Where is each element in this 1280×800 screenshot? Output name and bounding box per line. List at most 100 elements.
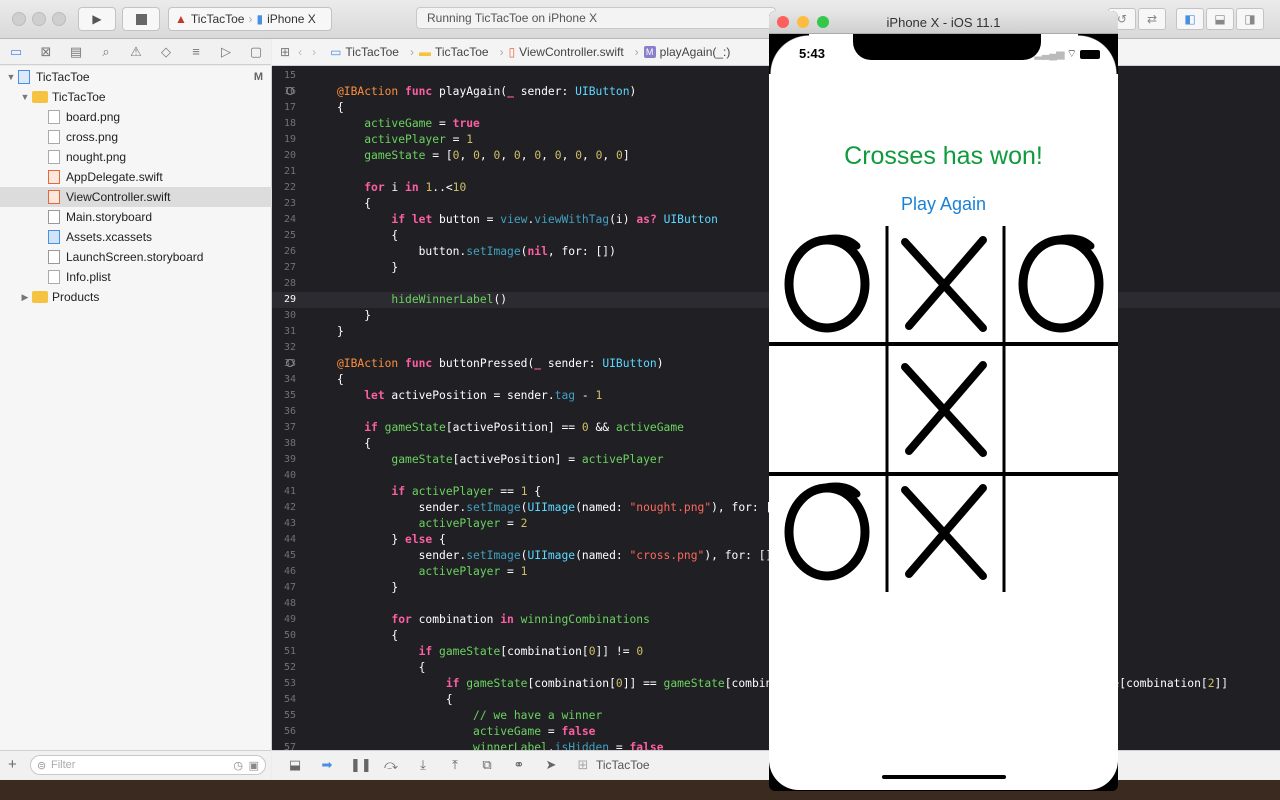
code-text: {: [337, 373, 344, 386]
code-text: {: [337, 197, 372, 210]
line-number: 37: [283, 422, 296, 433]
line-number: 36: [283, 406, 296, 417]
run-button[interactable]: ▶: [78, 7, 116, 31]
hide-debug-icon[interactable]: ⬓: [286, 757, 304, 773]
forward-icon[interactable]: ›: [312, 45, 316, 59]
zoom-window-button[interactable]: [817, 16, 829, 28]
line-number: 44: [283, 534, 296, 545]
close-window-button[interactable]: [12, 12, 26, 26]
code-text: if gameState[activePosition] == 0 && act…: [364, 421, 684, 434]
recent-files-icon[interactable]: ◷: [233, 759, 243, 772]
empty-cell[interactable]: [1006, 354, 1116, 464]
cross-mark[interactable]: [901, 361, 987, 457]
line-number: 21: [283, 166, 296, 177]
code-text: {: [337, 101, 344, 114]
line-number: 52: [283, 662, 296, 673]
disclosure-expanded-icon[interactable]: ▼: [20, 92, 30, 102]
line-number: 27: [283, 262, 296, 273]
swift-file-icon: ▯: [508, 45, 516, 59]
minimize-window-button[interactable]: [797, 16, 809, 28]
zoom-window-button[interactable]: [52, 12, 66, 26]
line-number: 38: [283, 438, 296, 449]
line-number: 24: [283, 214, 296, 225]
breadcrumb-project[interactable]: ▭ TicTacToe: [330, 45, 399, 59]
navigator-item[interactable]: ▶ Products: [0, 287, 291, 307]
location-icon[interactable]: ➤: [542, 757, 560, 773]
scheme-selector[interactable]: ▲ TicTacToe › ▮ iPhone X: [168, 7, 332, 31]
pause-icon[interactable]: ❚❚: [350, 757, 372, 773]
home-indicator[interactable]: [882, 775, 1006, 779]
breakpoint-icon[interactable]: ▷: [218, 44, 234, 60]
add-icon[interactable]: +: [8, 756, 17, 773]
status-clock: 5:43: [799, 46, 826, 61]
view-debugger-icon[interactable]: ⧉: [478, 757, 496, 773]
project-icon: ▭: [330, 45, 342, 59]
disclosure-expanded-icon[interactable]: ▼: [6, 72, 16, 82]
code-text: hideWinnerLabel(): [391, 293, 508, 306]
breadcrumb-file[interactable]: ▯ ViewController.swift: [509, 45, 624, 59]
status-icons: ▂▃▄▅ ⌔: [1034, 47, 1100, 61]
debug-icon[interactable]: ≡: [188, 44, 204, 59]
scm-filter-icon[interactable]: ▣: [249, 759, 259, 772]
line-number: 31: [283, 326, 296, 337]
ibaction-connection-icon[interactable]: [286, 359, 294, 367]
cross-mark[interactable]: [901, 236, 987, 332]
line-number: 47: [283, 582, 296, 593]
nought-mark[interactable]: [1018, 234, 1104, 333]
line-number: 15: [283, 70, 296, 81]
warning-icon[interactable]: ⚠: [128, 44, 144, 60]
navigator-item[interactable]: ▼ TicTacToe M: [0, 67, 277, 87]
breakpoints-toggle-icon[interactable]: ➡: [318, 757, 336, 773]
stop-button[interactable]: [122, 7, 160, 31]
navigator-item-label: Products: [52, 290, 100, 304]
breadcrumb-method[interactable]: MplayAgain(_:): [643, 45, 730, 59]
navigator-item-label: Info.plist: [66, 270, 111, 284]
disclosure-collapsed-icon[interactable]: ▶: [20, 292, 30, 303]
symbol-icon[interactable]: ▤: [68, 44, 84, 60]
code-text: gameState[activePosition] = activePlayer: [391, 453, 664, 466]
code-text: let activePosition = sender.tag - 1: [364, 389, 603, 402]
nought-mark[interactable]: [784, 234, 870, 333]
code-text: activePlayer = 2: [418, 517, 528, 530]
test-icon[interactable]: ◇: [158, 44, 174, 60]
storyboard-icon: [48, 250, 60, 264]
empty-cell[interactable]: [772, 354, 882, 464]
nought-mark[interactable]: [784, 482, 870, 581]
memory-graph-icon[interactable]: ⚭: [510, 757, 528, 773]
toggle-navigator-button[interactable]: ◧: [1176, 8, 1204, 30]
empty-cell[interactable]: [1006, 477, 1116, 587]
navigator-item-label: cross.png: [66, 130, 119, 144]
play-again-button[interactable]: Play Again: [769, 194, 1118, 215]
plist-icon: [48, 270, 60, 284]
navigator-item-label: LaunchScreen.storyboard: [66, 250, 204, 264]
minimize-window-button[interactable]: [32, 12, 46, 26]
step-in-icon[interactable]: ⤓: [414, 757, 432, 773]
report-icon[interactable]: ▢: [248, 44, 264, 60]
close-window-button[interactable]: [777, 16, 789, 28]
code-text: if activePlayer == 1 {: [391, 485, 542, 498]
navigator-item-label: TicTacToe: [36, 70, 90, 84]
source-control-icon[interactable]: ⊠: [38, 44, 54, 60]
step-out-icon[interactable]: ⤒: [446, 757, 464, 773]
breadcrumb-group[interactable]: ▬ TicTacToe: [419, 45, 489, 59]
storyboard-icon: [48, 210, 60, 224]
navigator-item[interactable]: ▼ TicTacToe: [0, 87, 291, 107]
ibaction-connection-icon[interactable]: [286, 87, 294, 95]
back-icon[interactable]: ‹: [298, 45, 302, 59]
compare-icon[interactable]: ⇄: [1138, 8, 1166, 30]
code-text: activePlayer = 1: [418, 565, 528, 578]
related-items-icon[interactable]: ⊞: [280, 45, 290, 59]
toggle-debug-area-button[interactable]: ⬓: [1206, 8, 1234, 30]
toggle-inspector-button[interactable]: ◨: [1236, 8, 1264, 30]
filter-input[interactable]: ⊜ Filter ◷ ▣: [30, 755, 266, 775]
stop-icon: [135, 13, 147, 25]
cross-mark[interactable]: [901, 484, 987, 580]
navigator-tabs: ▭ ⊠ ▤ ⌕ ⚠ ◇ ≡ ▷ ▢: [0, 39, 271, 65]
folder-icon[interactable]: ▭: [8, 44, 24, 60]
code-text: button.setImage(nil, for: []): [337, 245, 616, 258]
step-over-icon[interactable]: ⤼: [382, 757, 400, 773]
navigator-item-label: nought.png: [66, 150, 127, 164]
search-icon[interactable]: ⌕: [98, 44, 114, 60]
method-icon: M: [643, 46, 656, 58]
chevron-right-icon: ›: [634, 45, 639, 59]
